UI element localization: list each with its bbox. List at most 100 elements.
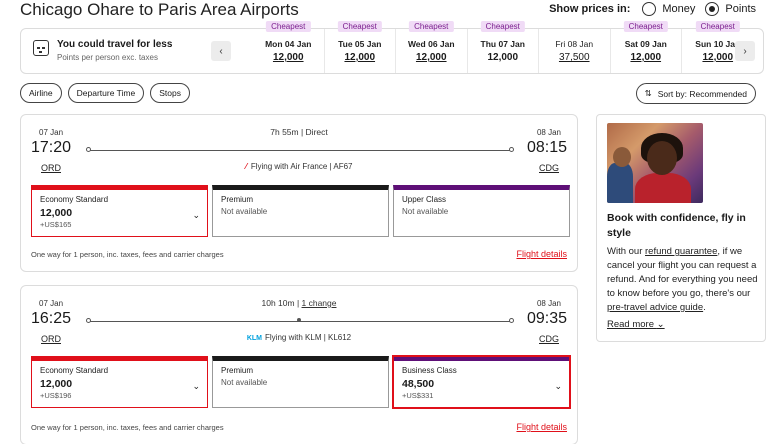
route-end-dot: [509, 147, 514, 152]
date-selector: You could travel for less Points per per…: [20, 21, 764, 74]
flight-details-link[interactable]: Flight details: [516, 422, 567, 432]
cabin-premium: Premium Not available: [212, 185, 389, 237]
cheapest-badge: Cheapest: [337, 21, 382, 32]
cabin-options: Economy Standard 12,000 +US$165 ⌄ Premiu…: [31, 185, 570, 237]
duration-text: 7h 55m: [270, 127, 299, 137]
operator-info: KLM Flying with KLM | KL612: [21, 333, 577, 342]
cabin-upper-class: Upper Class Not available: [393, 185, 570, 237]
cabin-business-class[interactable]: Business Class 48,500 +US$331 ⌄: [392, 355, 571, 409]
chevron-right-icon: ›: [743, 45, 747, 57]
date-label: Tue 05 Jan: [338, 39, 382, 49]
fare-footnote: One way for 1 person, inc. taxes, fees a…: [31, 423, 224, 432]
flight-duration: 7h 55m | Direct: [270, 127, 328, 137]
chevron-left-icon: ‹: [219, 45, 223, 57]
cabin-points: 12,000: [40, 207, 73, 219]
cabin-status: Not available: [221, 378, 268, 387]
cabin-name: Premium: [221, 195, 254, 204]
stops-link[interactable]: 1 change: [302, 298, 337, 308]
promo-image-person: [607, 163, 633, 203]
read-more-link[interactable]: Read more ⌄: [607, 319, 665, 330]
cabin-premium: Premium Not available: [212, 356, 389, 408]
sort-button[interactable]: ⇅ Sort by: Recommended: [635, 83, 756, 104]
travel-less-subline: Points per person exc. taxes: [57, 53, 158, 62]
date-cell[interactable]: Fri 08 Jan 37,500: [539, 29, 611, 73]
date-label: Thu 07 Jan: [480, 39, 525, 49]
date-price: 12,000: [630, 52, 662, 63]
cheapest-badge: Cheapest: [480, 21, 525, 32]
cabin-points: 12,000: [40, 378, 73, 390]
filter-stops[interactable]: Stops: [150, 83, 190, 103]
cabin-points: 48,500: [402, 378, 435, 390]
duration-text: 10h 10m: [261, 298, 295, 308]
date-cell[interactable]: Cheapest Sat 09 Jan 12,000: [611, 21, 682, 73]
pre-travel-advice-link[interactable]: pre-travel advice guide: [607, 302, 703, 313]
cabin-economy-standard[interactable]: Economy Standard 12,000 +US$196 ⌄: [31, 356, 208, 408]
route-stop-dot: [297, 318, 301, 322]
chevron-down-icon: ⌄: [192, 210, 200, 220]
cabin-name: Upper Class: [402, 195, 447, 204]
refund-guarantee-link[interactable]: refund guarantee: [645, 246, 717, 257]
cheapest-badge: Cheapest: [266, 21, 311, 32]
arrival-time: 09:35: [526, 310, 567, 327]
route-line: [86, 318, 514, 323]
date-cell[interactable]: Cheapest Mon 04 Jan 12,000: [253, 21, 325, 73]
read-more-label: Read more: [607, 319, 654, 330]
promo-panel: Book with confidence, fly in style With …: [596, 114, 766, 342]
filter-departure-time[interactable]: Departure Time: [67, 83, 145, 103]
date-label: Mon 04 Jan: [265, 39, 312, 49]
radio-money-label[interactable]: Money: [662, 3, 695, 15]
radio-points[interactable]: [705, 2, 720, 16]
calendar-icon: [33, 40, 49, 56]
cheapest-badge: Cheapest: [695, 21, 740, 32]
cabin-name: Business Class: [402, 366, 457, 375]
flight-details-link[interactable]: Flight details: [516, 249, 567, 259]
arrival-time: 08:15: [526, 139, 567, 156]
promo-body: With our refund guarantee, if we cancel …: [607, 245, 762, 315]
cabin-usd: +US$165: [40, 220, 72, 229]
promo-image-person: [647, 141, 677, 175]
date-cell-selected[interactable]: Cheapest Thu 07 Jan 12,000: [468, 21, 539, 73]
cabin-economy-standard[interactable]: Economy Standard 12,000 +US$165 ⌄: [31, 185, 208, 237]
operator-text: Flying with KLM | KL612: [265, 333, 352, 342]
date-cell[interactable]: Cheapest Wed 06 Jan 12,000: [396, 21, 468, 73]
promo-image-person: [613, 147, 631, 167]
radio-money[interactable]: [642, 2, 657, 16]
flight-card: 07 Jan 16:25 ORD 08 Jan 09:35 CDG 10h 10…: [20, 285, 578, 444]
chevron-down-icon: ⌄: [192, 381, 200, 391]
promo-text: With our: [607, 246, 646, 257]
cheapest-badge: Cheapest: [623, 21, 668, 32]
fare-footnote: One way for 1 person, inc. taxes, fees a…: [31, 250, 224, 259]
route-line: [86, 147, 514, 152]
chevron-down-icon: ⌄: [554, 381, 562, 391]
prev-dates-button[interactable]: ‹: [211, 41, 231, 61]
cabin-name: Premium: [221, 366, 254, 375]
filter-bar: Airline Departure Time Stops: [20, 83, 190, 103]
page-title: Chicago Ohare to Paris Area Airports: [20, 0, 299, 19]
flight-card: 07 Jan 17:20 ORD 08 Jan 08:15 CDG 7h 55m…: [20, 114, 578, 272]
radio-points-label[interactable]: Points: [725, 3, 756, 15]
promo-heading: Book with confidence, fly in style: [607, 212, 746, 239]
next-dates-button[interactable]: ›: [735, 41, 755, 61]
cabin-status: Not available: [402, 207, 449, 216]
klm-logo-icon: KLM: [246, 335, 263, 342]
cheapest-badge: Cheapest: [409, 21, 454, 32]
date-cell[interactable]: Cheapest Tue 05 Jan 12,000: [325, 21, 396, 73]
route-start-dot: [86, 147, 91, 152]
stops-text: Direct: [305, 127, 328, 137]
promo-text: .: [703, 302, 706, 313]
date-label: Wed 06 Jan: [407, 39, 455, 49]
date-list: Cheapest Mon 04 Jan 12,000 Cheapest Tue …: [253, 21, 754, 73]
promo-image: [607, 123, 703, 203]
price-toggle: Show prices in: Money Points: [549, 2, 756, 16]
cabin-usd: +US$196: [40, 391, 72, 400]
departure-time: 16:25: [31, 310, 72, 327]
operator-text: Flying with Air France | AF67: [250, 162, 353, 171]
cabin-name: Economy Standard: [40, 366, 109, 375]
date-label: Fri 08 Jan: [555, 39, 594, 49]
date-price: 37,500: [558, 52, 590, 63]
travel-less-info: You could travel for less Points per per…: [33, 39, 172, 62]
cabin-status: Not available: [221, 207, 268, 216]
sort-label: Sort by: Recommended: [657, 88, 747, 99]
filter-airline[interactable]: Airline: [20, 83, 62, 103]
date-price: 12,000: [272, 52, 304, 63]
